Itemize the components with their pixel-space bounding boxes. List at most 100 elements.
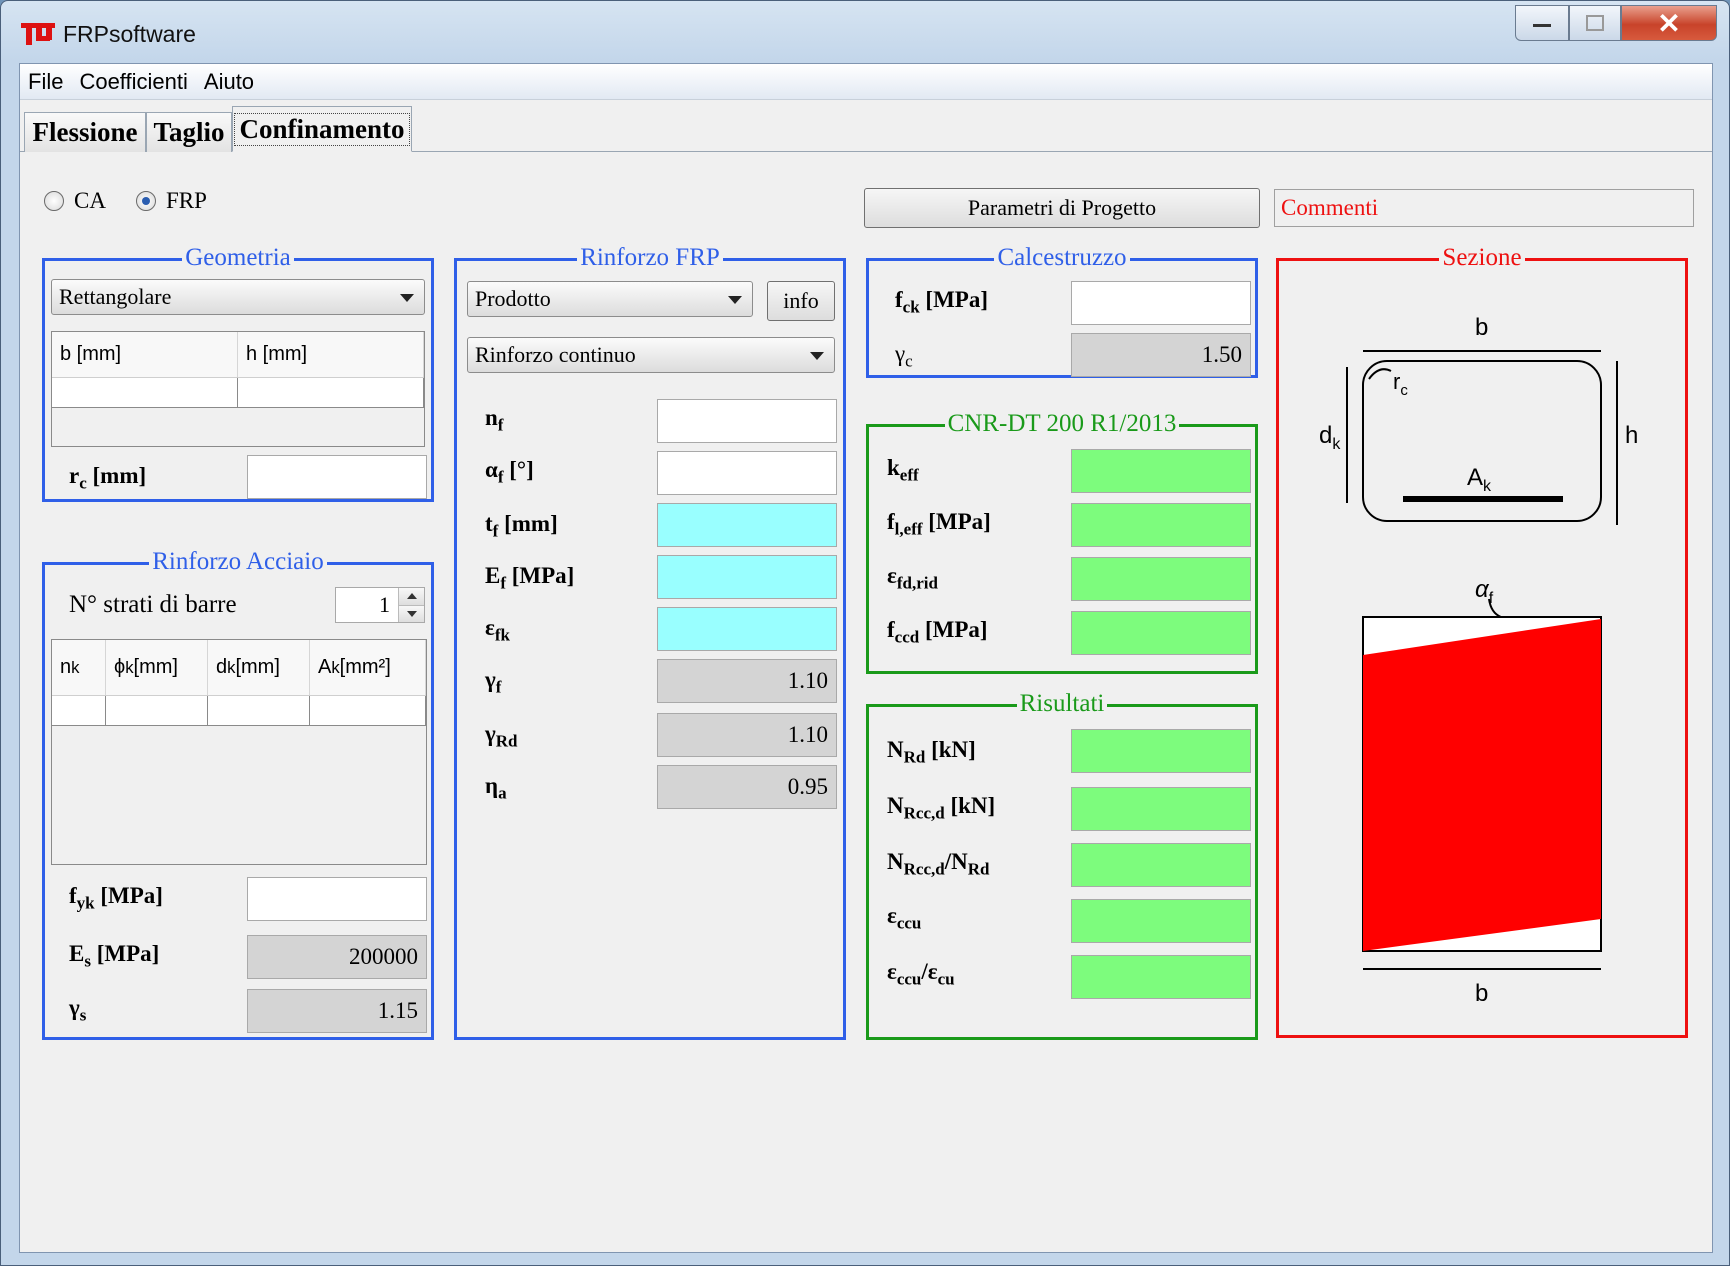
col-header-h: h [mm] [238,332,424,377]
tab-flessione[interactable]: Flessione [24,112,146,152]
ratio-value [1071,843,1251,887]
radio-ca[interactable]: CA [44,188,106,214]
menu-coefficienti[interactable]: Coefficienti [79,69,187,95]
menu-aiuto[interactable]: Aiuto [204,69,254,95]
gamma-f-value: 1.10 [657,659,837,703]
app-logo-icon [21,23,55,45]
tab-taglio[interactable]: Taglio [146,112,232,152]
title-bar[interactable]: FRPsoftware ✕ [1,1,1729,63]
risultati-legend: Risultati [1016,690,1108,717]
keff-value [1071,449,1251,493]
maximize-icon [1586,15,1604,31]
cell-dk[interactable] [208,696,310,726]
cell-nk[interactable] [52,696,106,726]
ef-label: Ef [MPa] [485,563,575,593]
shape-select-value: Rettangolare [59,284,172,309]
prodotto-select[interactable]: Prodotto [467,281,753,317]
frp-group: Rinforzo FRP Prodotto info Rinforzo cont… [454,244,846,1040]
col-header-phik: ϕk [mm] [106,640,208,695]
col-header-b: b [mm] [52,332,238,377]
col-header-nk: nk [52,640,106,695]
calcestruzzo-group: Calcestruzzo fck [MPa] γc 1.50 [866,244,1258,378]
geometry-table[interactable]: b [mm] h [mm] [51,331,425,447]
acciaio-legend: Rinforzo Acciaio [149,548,327,575]
cell-b[interactable] [52,378,238,408]
dim-b-top: b [1475,314,1488,341]
nf-label: nf [485,405,504,435]
fleff-label: fl,eff [MPa] [887,509,991,539]
gamma-s-value: 1.15 [247,989,427,1033]
af-label: αf [°] [485,457,534,487]
tipo-rinforzo-select[interactable]: Rinforzo continuo [467,337,835,373]
fyk-input[interactable] [247,877,427,921]
eta-a-label: ηa [485,773,507,803]
bars-table[interactable]: nk ϕk [mm] dk [mm] Ak [mm²] [51,639,427,865]
nrd-label: NRd [kN] [887,737,976,767]
fck-input[interactable] [1071,281,1251,325]
strati-value: 1 [379,592,390,617]
eta-a-value: 0.95 [657,765,837,809]
client-area: File Coefficienti Aiuto Flessione Taglio… [19,63,1713,1253]
tf-label: tf [mm] [485,511,558,541]
app-window: FRPsoftware ✕ File Coefficienti Aiuto Fl… [0,0,1730,1266]
rc-label: rc [mm] [69,463,147,493]
cell-h[interactable] [238,378,424,408]
commenti-field[interactable]: Commenti [1274,189,1694,227]
gamma-c-label: γc [895,341,913,371]
cnr-legend: CNR-DT 200 R1/2013 [944,410,1180,437]
tab-confinamento[interactable]: Confinamento [232,106,412,152]
rc-input[interactable] [247,455,427,499]
nrccd-value [1071,787,1251,831]
nrd-value [1071,729,1251,773]
info-button[interactable]: info [767,281,835,321]
risultati-group: Risultati NRd [kN] NRcc,d [kN] NRcc,d/NR… [866,690,1258,1040]
tf-input[interactable] [657,503,837,547]
gamma-c-value: 1.50 [1071,333,1251,377]
stepper-up-icon[interactable] [398,588,424,605]
nf-input[interactable] [657,399,837,443]
window-edge [1713,355,1727,1249]
keff-label: keff [887,455,919,485]
dim-h: h [1625,422,1638,449]
tab-content: CA FRP Parametri di Progetto Commenti Ge… [20,154,1712,1252]
strati-stepper[interactable]: 1 [335,587,425,623]
label-af: αf [1475,576,1494,607]
efdrid-label: εfd,rid [887,563,938,593]
geometria-group: Geometria Rettangolare b [mm] h [mm] rc … [42,244,434,502]
sezione-group: Sezione b dk h rc Ak αf b [1276,244,1688,1038]
es-value: 200000 [247,935,427,979]
fccd-value [1071,611,1251,655]
minimize-button[interactable] [1515,5,1569,41]
col-header-dk: dk [mm] [208,640,310,695]
fccd-label: fccd [MPa] [887,617,988,647]
close-icon: ✕ [1657,7,1681,39]
stepper-down-icon[interactable] [398,605,424,622]
minimize-icon [1533,24,1551,27]
af-input[interactable] [657,451,837,495]
shape-select[interactable]: Rettangolare [51,279,425,315]
efk-input[interactable] [657,607,837,651]
label-ak: Ak [1467,464,1492,495]
radio-frp[interactable]: FRP [136,188,207,214]
radio-frp-indicator [136,191,156,211]
fleff-value [1071,503,1251,547]
chevron-down-icon [400,294,414,302]
eccu-label: εccu [887,903,922,933]
efk-label: εfk [485,615,510,645]
menu-file[interactable]: File [28,69,63,95]
cell-ak[interactable] [310,696,426,726]
close-button[interactable]: ✕ [1621,5,1717,41]
maximize-button[interactable] [1569,5,1621,41]
dim-rc: rc [1393,369,1408,399]
gamma-s-label: γs [69,995,87,1025]
gamma-rd-label: γRd [485,721,518,751]
ef-input[interactable] [657,555,837,599]
cell-phik[interactable] [106,696,208,726]
chevron-down-icon [728,296,742,304]
menu-bar: File Coefficienti Aiuto [20,64,1712,100]
strati-label: N° strati di barre [69,591,237,618]
eratio-value [1071,955,1251,999]
tipo-rinforzo-value: Rinforzo continuo [475,342,636,367]
prodotto-select-value: Prodotto [475,286,551,311]
parametri-progetto-button[interactable]: Parametri di Progetto [864,188,1260,228]
